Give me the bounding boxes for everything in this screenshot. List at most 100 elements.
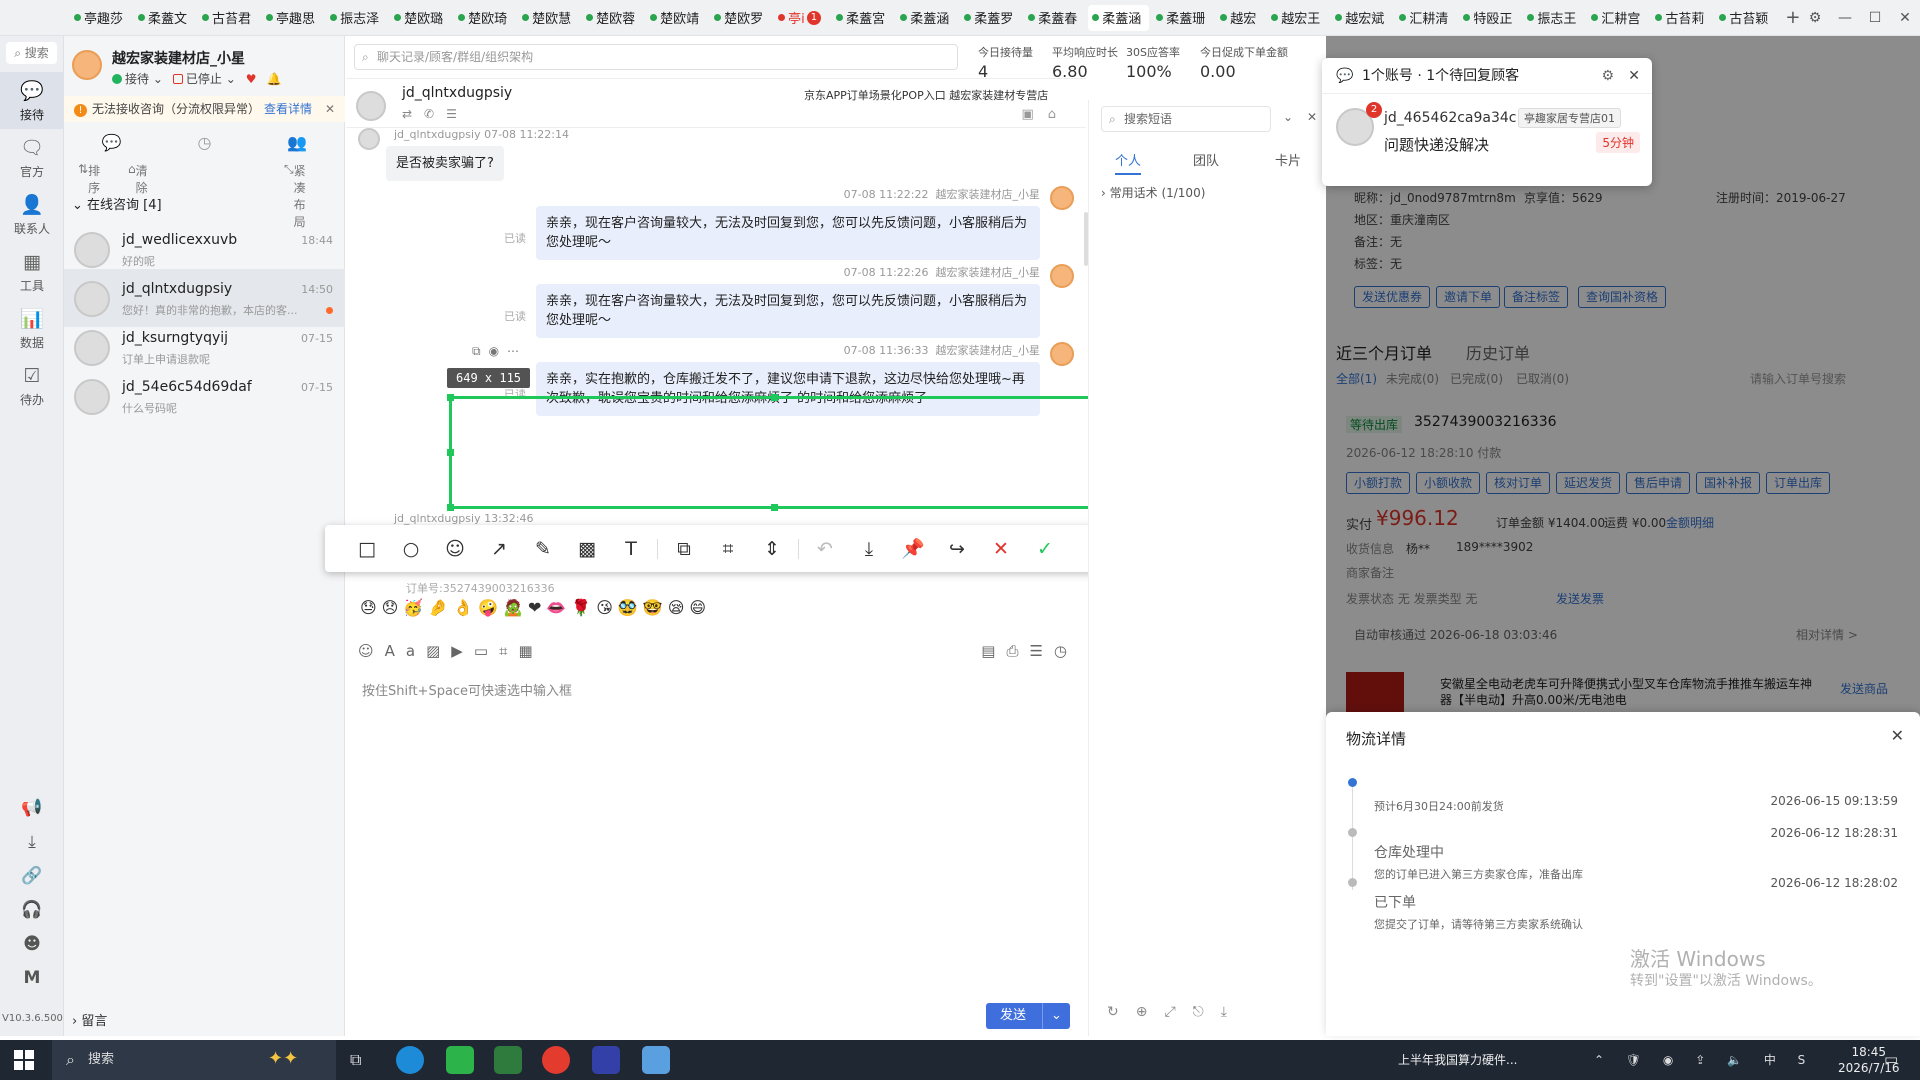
resize-handle[interactable]	[447, 449, 454, 456]
notification-close-icon[interactable]: ✕	[1628, 58, 1640, 94]
add-tab-icon[interactable]: +	[1785, 7, 1800, 28]
cancel-icon[interactable]: ✕	[979, 538, 1023, 560]
screenshot-selection-box[interactable]	[447, 394, 1098, 511]
close-window-button[interactable]: ✕	[1890, 10, 1920, 26]
message-bubble[interactable]: 亲亲，现在客户咨询量较大，无法及时回复到您，您可以先反馈问题，小客服稍后为您处理…	[536, 206, 1040, 260]
send-button[interactable]: 发送 ⌄	[986, 1003, 1070, 1029]
maximize-button[interactable]: ☐	[1860, 10, 1890, 26]
action-center-icon[interactable]: ▭	[1884, 1050, 1898, 1068]
emoji-quick-row[interactable]: 😓😞🥳🤌👌🤪🧟❤👄🌹😘🥸🤓😪😄	[360, 598, 711, 617]
app-tab[interactable]: 汇耕宫	[1587, 5, 1648, 31]
rail-item-4[interactable]: 📊 数据	[0, 300, 64, 357]
app-tab[interactable]: 柔蓋涵	[1088, 4, 1150, 31]
pen-tool-icon[interactable]: ✎	[521, 538, 565, 560]
app-tab[interactable]: 柔蓋春	[1024, 5, 1085, 31]
wechat-icon[interactable]	[446, 1046, 474, 1074]
app-tab[interactable]: 古苔颖	[1715, 5, 1776, 31]
app-tab[interactable]: 楚欧罗	[710, 5, 771, 31]
selection-mini-tools[interactable]: ⧉◉⋯	[472, 344, 527, 359]
history-tab-icon[interactable]: ◷	[198, 133, 212, 152]
pin-icon[interactable]: 📌	[891, 537, 935, 560]
sort-button[interactable]: ⇅ 排序	[78, 162, 100, 195]
resize-handle[interactable]	[447, 504, 454, 511]
rail-item-0[interactable]: 💬 接待	[0, 72, 64, 129]
download-icon[interactable]: ⤓	[0, 832, 64, 852]
app-tab[interactable]: 越宏王	[1267, 5, 1328, 31]
emoji-sticker-icon[interactable]: ☺	[433, 538, 477, 560]
app-tab[interactable]: 汇耕清	[1395, 5, 1456, 31]
chat-search-input[interactable]: 聊天记录/顾客/群组/组织架构	[354, 44, 958, 70]
resize-handle[interactable]	[771, 394, 778, 401]
rail-search-button[interactable]: ⌕ 搜索	[6, 42, 57, 64]
compact-layout-button[interactable]: ⤡ 紧凑布局	[284, 162, 306, 229]
rail-item-3[interactable]: ▦ 工具	[0, 243, 64, 300]
warning-detail-link[interactable]: 查看详情	[264, 102, 312, 116]
rectangle-tool-icon[interactable]: □	[345, 538, 389, 560]
heart-icon[interactable]: ♥	[246, 72, 257, 86]
app-tab[interactable]: 亭趣莎	[70, 5, 131, 31]
task-view-icon[interactable]: ⧉	[350, 1050, 361, 1070]
app-tab[interactable]: 柔蓋文	[134, 5, 195, 31]
send-options-chevron-icon[interactable]: ⌄	[1042, 1003, 1070, 1029]
phrase-close-icon[interactable]: ✕	[1307, 110, 1317, 124]
confirm-icon[interactable]: ✓	[1023, 538, 1067, 560]
rail-item-5[interactable]: ☑ 待办	[0, 357, 64, 414]
jd-chat-icon[interactable]	[642, 1046, 670, 1074]
bot-icon[interactable]: ☻	[0, 934, 64, 954]
clear-button[interactable]: ⌂ 清除	[128, 162, 148, 195]
bell-icon[interactable]: 🔔	[267, 72, 282, 86]
resize-handle[interactable]	[771, 504, 778, 511]
text-tool-icon[interactable]: T	[609, 538, 653, 560]
minimize-button[interactable]: —	[1830, 10, 1860, 26]
app-tab[interactable]: 特殴正	[1459, 5, 1520, 31]
resize-handle[interactable]	[447, 394, 454, 401]
image-icon[interactable]: ▨	[426, 642, 451, 660]
customer-avatar[interactable]	[356, 91, 386, 121]
news-widget[interactable]: 上半年我国算力硬件...	[1398, 1040, 1517, 1080]
notification-settings-icon[interactable]: ⚙	[1601, 58, 1614, 94]
pending-reply-notification[interactable]: 💬 1个账号 · 1个待回复顾客 ⚙ ✕ 2 jd_465462ca9a34c …	[1322, 58, 1652, 186]
arrow-tool-icon[interactable]: ↗	[477, 538, 521, 560]
rail-item-2[interactable]: 👤 联系人	[0, 186, 64, 243]
leave-message-group[interactable]: › 留言	[72, 1010, 107, 1029]
current-chat-tab-icon[interactable]: 💬	[102, 133, 122, 152]
crop-icon[interactable]: ⌗	[499, 642, 518, 660]
message-bubble[interactable]: 亲亲，现在客户咨询量较大，无法及时回复到您，您可以先反馈问题，小客服稍后为您处理…	[536, 284, 1040, 338]
chat-header-icons[interactable]: ⇄✆☰	[402, 107, 469, 121]
app-tab[interactable]: 柔蓋珊	[1152, 5, 1213, 31]
ellipse-tool-icon[interactable]: ○	[389, 538, 433, 560]
m-icon[interactable]: M	[0, 968, 64, 988]
app-m-icon[interactable]	[592, 1046, 620, 1074]
settings-gear-icon[interactable]: ⚙	[1800, 10, 1830, 26]
long-screenshot-icon[interactable]: ⇕	[750, 538, 794, 560]
system-tray[interactable]: ⌃ 🛡 ◉ ⇪ 🔈 中 S	[1594, 1040, 1814, 1080]
app-tab[interactable]: 振志王	[1523, 5, 1584, 31]
announce-icon[interactable]: 📢	[0, 798, 64, 818]
conversation-item[interactable]: jd_54e6c54d69daf 什么号码呢 07-15	[64, 367, 345, 425]
app-tab[interactable]: 亭i 1	[774, 5, 829, 31]
app-tab[interactable]: 柔蓋涵	[896, 5, 957, 31]
undo-icon[interactable]: ↶	[803, 538, 847, 560]
font-icon[interactable]: Aa	[385, 642, 426, 660]
app-tab[interactable]: 振志泽	[326, 5, 387, 31]
tab-card[interactable]: 卡片	[1275, 150, 1301, 169]
app-tab[interactable]: 楚欧靖	[646, 5, 707, 31]
video-icon[interactable]: ▶	[451, 642, 474, 660]
app-tab[interactable]: 亭趣思	[262, 5, 323, 31]
mosaic-tool-icon[interactable]: ▩	[565, 538, 609, 560]
phrase-search-input[interactable]: 搜索短语	[1101, 106, 1271, 132]
tab-team[interactable]: 团队	[1193, 150, 1219, 169]
headset-icon[interactable]: 🎧	[0, 900, 64, 920]
app-tab[interactable]: 柔蓋罗	[960, 5, 1021, 31]
app-tab[interactable]: 越宏	[1216, 5, 1264, 31]
table-icon[interactable]: ▦	[518, 642, 543, 660]
logistics-close-icon[interactable]: ✕	[1891, 726, 1904, 745]
share-icon[interactable]: ↪	[935, 538, 979, 560]
shop-avatar[interactable]	[72, 50, 102, 80]
emoji-icon[interactable]: ☺	[358, 642, 385, 660]
app-tab[interactable]: 越宏斌	[1331, 5, 1392, 31]
app-tab[interactable]: 楚欧琦	[454, 5, 515, 31]
message-bubble[interactable]: 是否被卖家骗了?	[386, 146, 504, 181]
phrase-category[interactable]: › 常用话术 (1/100)	[1101, 184, 1205, 201]
online-consult-group[interactable]: ⌄ 在线咨询 [4]	[72, 194, 162, 213]
